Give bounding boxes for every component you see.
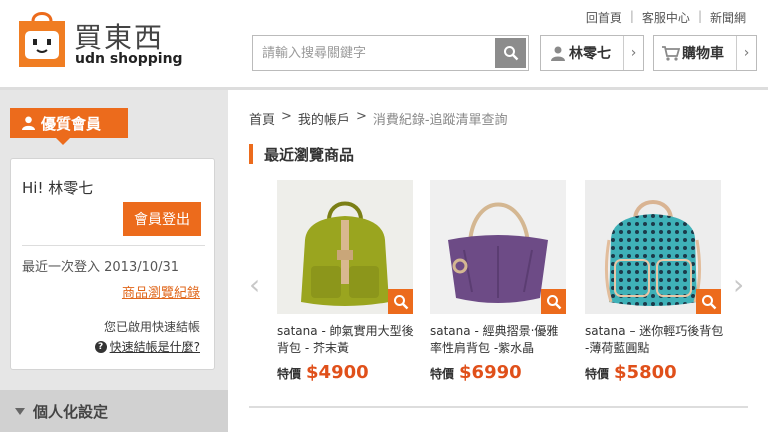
member-button[interactable]: 林零七 › <box>540 35 644 71</box>
magnifier-icon <box>546 294 561 309</box>
member-name: 林零七 <box>569 46 611 62</box>
cart-button[interactable]: 購物車 › <box>653 35 757 71</box>
product-image[interactable] <box>585 180 721 314</box>
user-icon <box>547 46 569 61</box>
page: 買東西 udn shopping 回首頁 | 客服中心 | 新聞網 請輸入搜尋關… <box>0 0 768 432</box>
product-name[interactable]: satana – 迷你輕巧後背包 -薄荷藍圓點 <box>585 323 725 357</box>
vip-member-label: 優質會員 <box>41 114 102 133</box>
header: 買東西 udn shopping 回首頁 | 客服中心 | 新聞網 請輸入搜尋關… <box>0 0 768 90</box>
member-card: Hi! 林零七 會員登出 最近一次登入 2013/10/31 商品瀏覽紀錄 您已… <box>10 158 215 370</box>
zoom-button[interactable] <box>541 289 566 314</box>
breadcrumb-home[interactable]: 首頁 <box>249 109 275 128</box>
product-name[interactable]: satana - 經典摺景‧優雅率性肩背包 -紫水晶 <box>430 323 570 357</box>
logo-text-en[interactable]: udn shopping <box>75 51 183 67</box>
search-input[interactable] <box>253 36 495 70</box>
price-row: 特價 $6990 <box>430 362 566 383</box>
breadcrumb-account[interactable]: 我的帳戶 <box>298 109 350 128</box>
magnifier-icon <box>701 294 716 309</box>
product-image[interactable] <box>277 180 413 314</box>
breadcrumb: 首頁 > 我的帳戶 > 消費紀錄-追蹤清單查詢 <box>249 109 508 128</box>
vip-member-tab: 優質會員 <box>10 108 128 145</box>
section-divider <box>249 406 748 408</box>
product-card[interactable]: satana - 經典摺景‧優雅率性肩背包 -紫水晶 特價 $6990 <box>430 180 566 383</box>
customer-service-link[interactable]: 客服中心 <box>634 9 698 26</box>
section-title: 最近瀏覽商品 <box>249 144 354 164</box>
product-card[interactable]: satana – 迷你輕巧後背包 -薄荷藍圓點 特價 $5800 <box>585 180 723 383</box>
zoom-button[interactable] <box>388 289 413 314</box>
price-label: 特價 <box>277 367 302 381</box>
news-link[interactable]: 新聞網 <box>702 9 754 26</box>
zoom-button[interactable] <box>696 289 721 314</box>
chevron-right-icon: › <box>623 36 643 70</box>
cart-label: 購物車 <box>682 46 724 62</box>
product-price: $6990 <box>459 362 522 383</box>
product-price: $5800 <box>614 362 677 383</box>
user-icon <box>22 116 35 130</box>
logo-text-cn[interactable]: 買東西 <box>74 16 164 56</box>
product-card[interactable]: satana - 帥氣實用大型後背包 - 芥末黃 特價 $4900 <box>277 180 414 383</box>
quick-checkout-status: 您已啟用快速結帳 <box>103 320 200 334</box>
chevron-right-icon: › <box>736 36 756 70</box>
carousel-prev-icon[interactable]: ‹ <box>249 268 260 301</box>
personal-settings-label: 個人化設定 <box>33 402 109 421</box>
divider <box>22 245 205 246</box>
cart-icon <box>660 45 682 61</box>
triangle-down-icon <box>15 407 25 415</box>
logout-button[interactable]: 會員登出 <box>123 202 201 236</box>
search-box <box>252 35 529 71</box>
breadcrumb-separator: > <box>355 109 367 124</box>
breadcrumb-current: 消費紀錄-追蹤清單查詢 <box>372 113 508 128</box>
question-icon: ? <box>94 340 107 353</box>
search-button[interactable] <box>495 38 526 68</box>
product-name[interactable]: satana - 帥氣實用大型後背包 - 芥末黃 <box>277 323 417 357</box>
breadcrumb-separator: > <box>281 109 292 124</box>
shopping-bag-logo-icon[interactable] <box>17 9 67 69</box>
quick-checkout-help-link[interactable]: ? 快速結帳是什麼? <box>94 338 200 355</box>
product-image[interactable] <box>430 180 566 314</box>
quick-checkout-help-label: 快速結帳是什麼? <box>109 340 200 354</box>
top-links: 回首頁 | 客服中心 | 新聞網 <box>578 9 754 26</box>
search-icon <box>503 46 518 61</box>
greeting: Hi! 林零七 <box>22 179 94 197</box>
home-link[interactable]: 回首頁 <box>578 9 630 26</box>
product-price: $4900 <box>306 362 369 383</box>
price-label: 特價 <box>430 367 455 381</box>
price-label: 特價 <box>585 367 610 381</box>
price-row: 特價 $5800 <box>585 362 721 383</box>
price-row: 特價 $4900 <box>277 362 413 383</box>
sidebar: 優質會員 Hi! 林零七 會員登出 最近一次登入 2013/10/31 商品瀏覽… <box>0 90 228 432</box>
carousel-next-icon[interactable]: › <box>733 268 744 301</box>
browse-history-link[interactable]: 商品瀏覽紀錄 <box>122 282 200 301</box>
magnifier-icon <box>393 294 408 309</box>
personal-settings-toggle[interactable]: 個人化設定 <box>0 390 228 432</box>
last-login-text: 最近一次登入 2013/10/31 <box>22 260 180 275</box>
